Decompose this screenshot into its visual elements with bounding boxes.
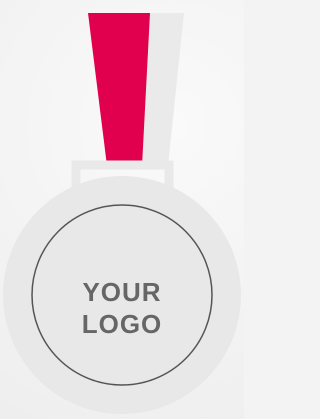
logo-text-line-2: LOGO [81, 309, 163, 339]
medal-canvas: YOUR LOGO [0, 0, 244, 419]
ribbon-front [88, 13, 150, 166]
logo-text-line-1: YOUR [82, 277, 162, 307]
medal-illustration [3, 13, 241, 414]
